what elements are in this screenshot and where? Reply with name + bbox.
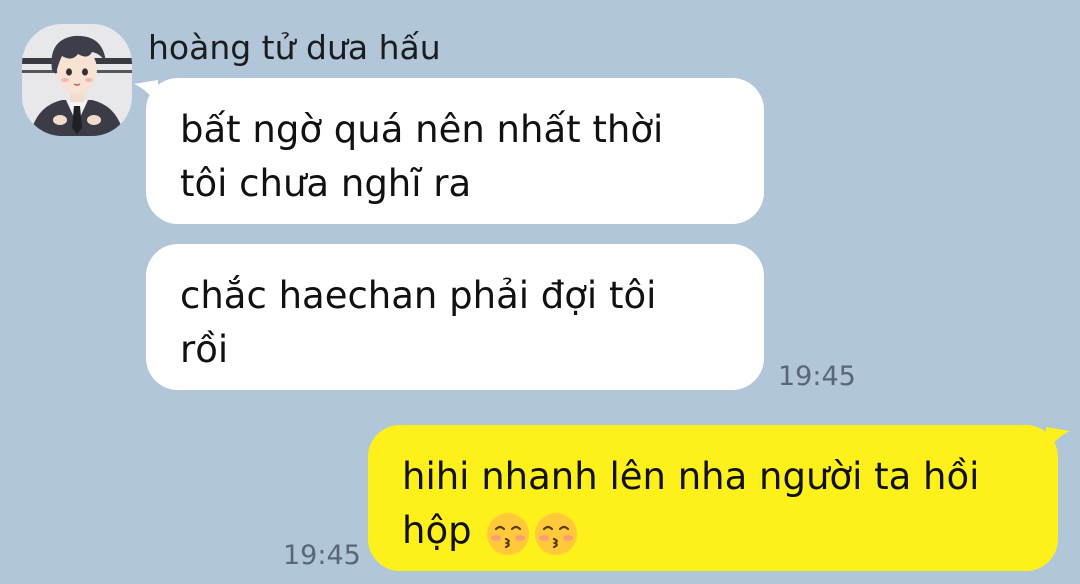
message-text: hihi nhanh lên nha người ta hồi hộp	[402, 450, 1038, 560]
message-text: bất ngờ quá nên nhất thời tôi chưa nghĩ …	[180, 108, 664, 205]
chat-area[interactable]: hoàng tử dưa hấu bất ngờ quá nên nhất th…	[0, 0, 1080, 584]
outgoing-message-bubble[interactable]: hihi nhanh lên nha người ta hồi hộp	[368, 425, 1070, 571]
contact-avatar[interactable]	[22, 24, 132, 136]
incoming-message-bubble[interactable]: chắc haechan phải đợi tôi rồi	[146, 244, 764, 390]
kissing-closed-eyes-emoji-icon	[487, 513, 530, 555]
bubble-tail	[134, 80, 158, 106]
incoming-message-bubble[interactable]: bất ngờ quá nên nhất thời tôi chưa nghĩ …	[134, 78, 764, 224]
kissing-closed-eyes-emoji-icon	[535, 513, 578, 555]
sender-name: hoàng tử dưa hấu	[148, 28, 441, 67]
emoji-row	[483, 506, 579, 560]
message-text: chắc haechan phải đợi tôi rồi	[180, 274, 657, 371]
message-timestamp: 19:45	[778, 361, 856, 392]
bubble-tail	[1046, 427, 1070, 453]
anime-boy-avatar-icon	[22, 24, 132, 136]
message-timestamp: 19:45	[283, 540, 361, 571]
